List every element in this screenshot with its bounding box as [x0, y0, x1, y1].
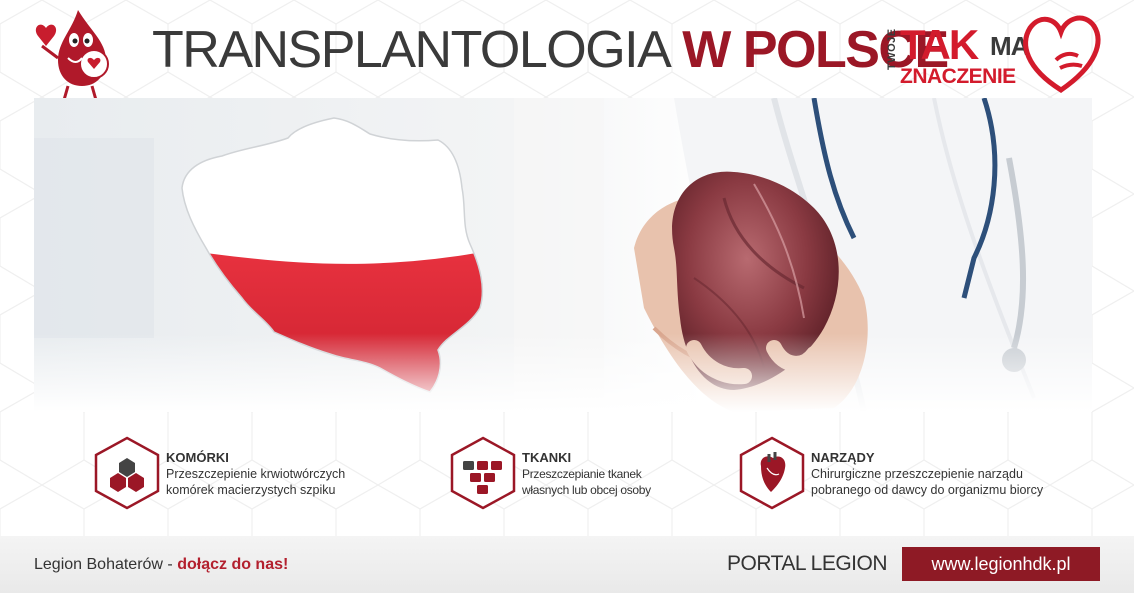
card-tkanki: TKANKI Przeszczepianie tkanek własnych l…	[450, 436, 710, 516]
page-title: TRANSPLANTOLOGIA W POLSCE	[152, 20, 949, 80]
card-title: KOMÓRKI	[166, 450, 229, 465]
blood-drop-mascot-icon	[28, 6, 148, 106]
card-desc-line1: Przeszczepianie tkanek	[522, 467, 642, 481]
card-description: Chirurgiczne przeszczepienie narządu pob…	[811, 466, 1043, 498]
footer-join-link[interactable]: dołącz do nas!	[177, 556, 288, 573]
card-narzady: NARZĄDY Chirurgiczne przeszczepienie nar…	[739, 436, 1079, 516]
card-title: TKANKI	[522, 450, 572, 465]
logo-twoje: TWOJE	[886, 28, 898, 70]
footer-legion-text: Legion Bohaterów	[34, 556, 163, 573]
card-description: Przeszczepianie tkanek własnych lub obce…	[522, 466, 651, 498]
card-komorki: KOMÓRKI Przeszczepienie krwiotwórczych k…	[94, 436, 394, 516]
card-description: Przeszczepienie krwiotwórczych komórek m…	[166, 466, 345, 498]
website-url-link[interactable]: www.legionhdk.pl	[902, 547, 1100, 581]
heart-organ-icon	[739, 436, 805, 510]
footer-tagline: Legion Bohaterów - dołącz do nas!	[34, 556, 288, 574]
card-title: NARZĄDY	[811, 450, 875, 465]
heart-hand-icon	[1023, 15, 1101, 93]
card-desc-line1: Przeszczepienie krwiotwórczych	[166, 467, 346, 481]
tak-ma-znaczenie-logo: TWOJE TAK MA ZNACZENIE	[884, 8, 1114, 98]
logo-znaczenie: ZNACZENIE	[900, 65, 1016, 88]
title-part1: TRANSPLANTOLOGIA	[152, 21, 672, 79]
portal-label: PORTAL LEGION	[727, 552, 888, 575]
hero-image	[34, 98, 1092, 412]
cells-icon	[94, 436, 160, 510]
footer: Legion Bohaterów - dołącz do nas! PORTAL…	[0, 536, 1134, 593]
tissue-blocks-icon	[450, 436, 516, 510]
card-desc-line2: pobranego od dawcy do organizmu biorcy	[811, 483, 1044, 497]
card-desc-line2: własnych lub obcej osoby	[522, 483, 651, 497]
logo-tak: TAK	[900, 21, 979, 68]
card-desc-line2: komórek macierzystych szpiku	[166, 483, 336, 497]
card-desc-line1: Chirurgiczne przeszczepienie narządu	[811, 467, 1023, 481]
footer-separator: -	[162, 556, 178, 573]
